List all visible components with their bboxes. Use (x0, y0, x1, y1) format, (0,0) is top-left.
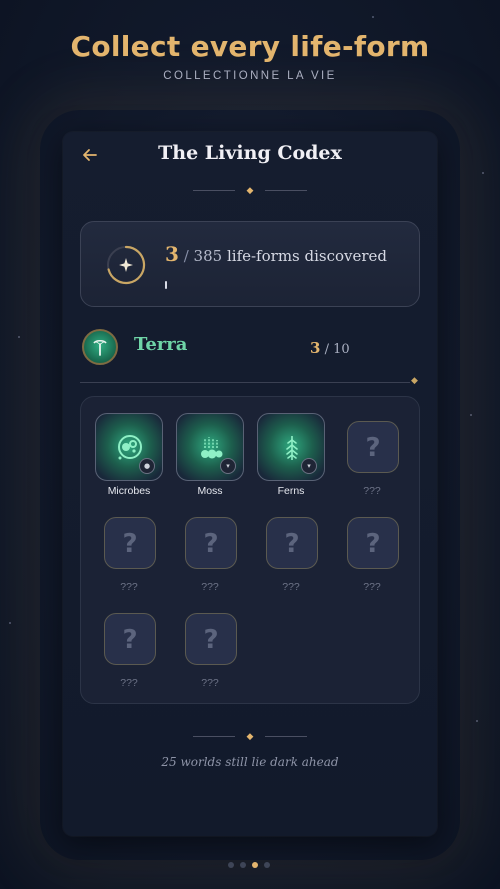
lifeform-card[interactable]: ▾ Moss (170, 411, 250, 503)
lifeform-tile[interactable]: ▾ (257, 413, 325, 481)
progress-card: 3 / 385 life-forms discovered (80, 221, 420, 307)
lifeform-name: ??? (282, 581, 300, 593)
question-mark-icon: ? (203, 625, 219, 655)
locked-tile[interactable]: ? (347, 421, 399, 473)
page-dot[interactable] (240, 862, 246, 868)
world-count-separator: / (324, 342, 329, 357)
lifeform-name: Moss (197, 485, 223, 497)
discovered-count: 3 / 385 life-forms discovered (165, 242, 387, 266)
question-mark-icon: ? (365, 529, 381, 559)
question-mark-icon: ? (122, 529, 138, 559)
question-mark-icon: ? (284, 529, 300, 559)
locked-tile[interactable]: ? (185, 517, 237, 569)
lifeform-name: ??? (120, 581, 138, 593)
question-mark-icon: ? (122, 625, 138, 655)
question-mark-icon: ? (203, 529, 219, 559)
ornament-divider: ◆ (193, 186, 307, 196)
lifeform-grid: ● Microbes ▾ Moss ▾ Ferns ? ??? ? ??? ? … (80, 396, 420, 704)
headline: Collect every life-form (70, 30, 430, 63)
diamond-icon: ◆ (411, 376, 418, 386)
star (9, 622, 11, 624)
discovered-label: life-forms discovered (226, 247, 388, 265)
page-dot-active[interactable] (252, 862, 258, 868)
world-found-count: 3 (310, 339, 321, 357)
world-header: Terra 3 / 10 (80, 327, 418, 369)
lifeform-card-locked[interactable]: ? ??? (89, 603, 169, 695)
lifeform-card[interactable]: ▾ Ferns (251, 411, 331, 503)
worlds-remaining-text: 25 worlds still lie dark ahead (161, 755, 339, 769)
lifeform-card-locked[interactable]: ? ??? (89, 507, 169, 599)
world-name: Terra (134, 334, 188, 355)
locked-tile[interactable]: ? (104, 613, 156, 665)
diamond-icon: ◆ (246, 186, 254, 196)
diamond-icon: ◆ (246, 732, 254, 742)
page-dot[interactable] (228, 862, 234, 868)
star (372, 16, 374, 18)
sprout-icon (93, 339, 107, 356)
world-divider (80, 382, 410, 383)
star (18, 336, 20, 338)
count-separator: / (183, 247, 189, 265)
page-dot[interactable] (264, 862, 270, 868)
lifeform-name: Microbes (107, 485, 151, 497)
total-count: 385 (193, 247, 223, 265)
lifeform-name: ??? (201, 677, 219, 689)
ornament-divider: ◆ (193, 732, 307, 742)
progress-bar-fill (165, 281, 167, 289)
star (482, 172, 484, 174)
lifeform-card[interactable]: ● Microbes (89, 411, 169, 503)
lifeform-tile[interactable]: ▾ (176, 413, 244, 481)
lifeform-name: Ferns (277, 485, 305, 497)
world-terra-button[interactable] (82, 329, 118, 365)
locked-tile[interactable]: ? (347, 517, 399, 569)
lifeform-name: ??? (363, 581, 381, 593)
lifeform-badge-icon: ▾ (220, 458, 236, 474)
question-mark-icon: ? (365, 433, 381, 463)
progress-bar (165, 281, 405, 289)
top-bar: The Living Codex (63, 132, 437, 180)
lifeform-card-locked[interactable]: ? ??? (332, 507, 412, 599)
lifeform-card-locked[interactable]: ? ??? (170, 603, 250, 695)
locked-tile[interactable]: ? (266, 517, 318, 569)
lifeform-tile[interactable]: ● (95, 413, 163, 481)
world-total-count: 10 (333, 342, 350, 357)
lifeform-card-locked[interactable]: ? ??? (170, 507, 250, 599)
star (476, 720, 478, 722)
found-count: 3 (165, 242, 179, 266)
lifeform-name: ??? (120, 677, 138, 689)
phone-screen: The Living Codex ◆ 3 / 385 life-forms di… (63, 132, 437, 836)
lifeform-badge-icon: ▾ (301, 458, 317, 474)
lifeform-card-locked[interactable]: ? ??? (251, 507, 331, 599)
lifeform-card-locked[interactable]: ? ??? (332, 411, 412, 503)
progress-ring (107, 245, 146, 285)
page-title: The Living Codex (158, 142, 342, 164)
lifeform-name: ??? (363, 485, 381, 497)
subline: COLLECTIONNE LA VIE (163, 70, 337, 82)
page-indicator (228, 862, 272, 870)
world-progress: 3 / 10 (310, 339, 350, 357)
star (470, 414, 472, 416)
locked-tile[interactable]: ? (104, 517, 156, 569)
locked-tile[interactable]: ? (185, 613, 237, 665)
lifeform-name: ??? (201, 581, 219, 593)
lifeform-badge-icon: ● (139, 458, 155, 474)
